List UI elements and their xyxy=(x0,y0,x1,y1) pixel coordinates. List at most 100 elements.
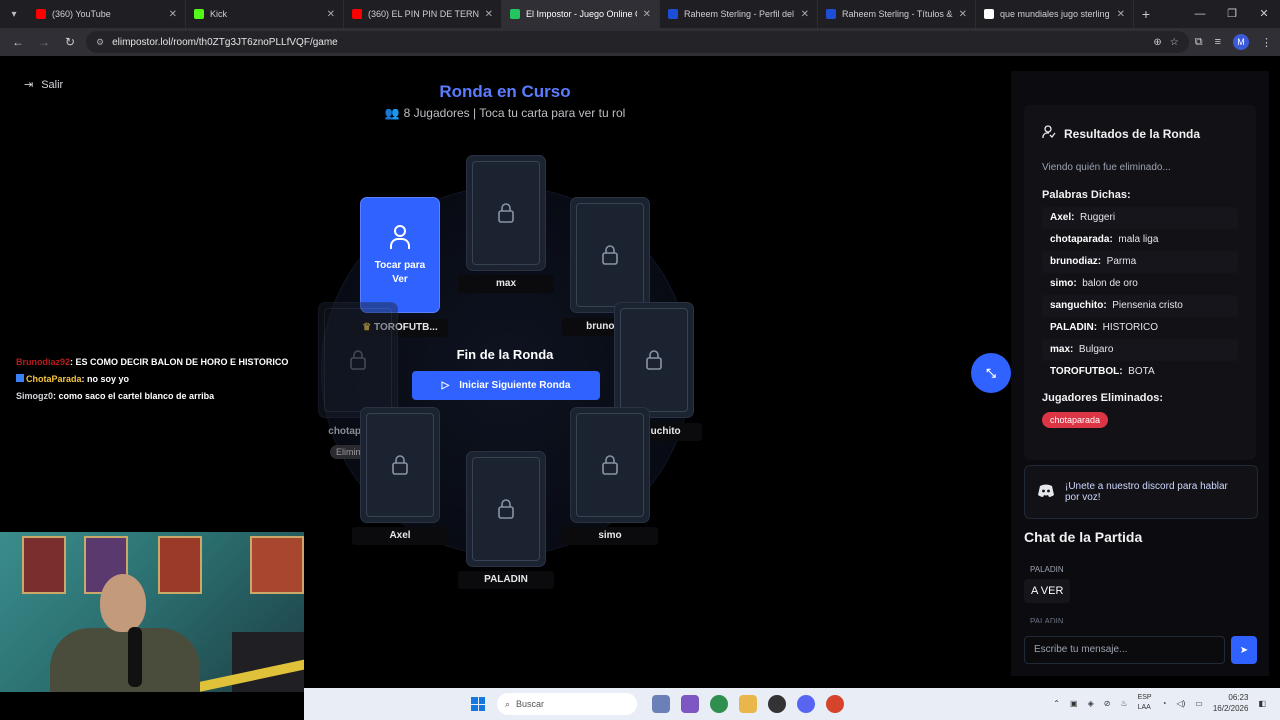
card-sanguchito[interactable] xyxy=(614,302,694,418)
tab-search-icon[interactable]: ▾ xyxy=(0,9,28,20)
url-text: elimpostor.lol/room/th0ZTg3JT6znoPLLfVQF… xyxy=(112,36,338,48)
tray-app-icon[interactable]: ♨ xyxy=(1120,699,1127,708)
close-window-icon[interactable]: ✕ xyxy=(1248,0,1280,28)
discord-banner[interactable]: ¡Unete a nuestro discord para hablar por… xyxy=(1024,465,1258,519)
my-card[interactable]: Tocar para Ver xyxy=(360,197,440,313)
chrome-icon[interactable] xyxy=(710,695,728,713)
windows-start-icon[interactable] xyxy=(471,697,485,711)
webcam-overlay xyxy=(0,532,304,692)
word-value: mala liga xyxy=(1118,234,1159,245)
tab-close-icon[interactable]: ✕ xyxy=(643,9,651,20)
tab-favicon-icon xyxy=(668,9,678,19)
browser-tab-bar: ▾ (360) YouTube ✕ Kick ✕ (360) EL PIN PIN DE… xyxy=(0,0,1280,28)
clock[interactable]: 06:23 16/2/2026 xyxy=(1213,692,1249,714)
tray-chevron-icon[interactable]: ⌃ xyxy=(1053,699,1060,708)
collapse-panel-button[interactable]: ⤡ xyxy=(971,353,1011,393)
stream-chat-user: ChotaParada xyxy=(26,374,82,384)
stream-chat-user: Brunodiaz92 xyxy=(16,357,71,367)
tab-favicon-icon xyxy=(194,9,204,19)
language-indicator[interactable]: ESP LAA xyxy=(1138,693,1152,713)
browser-tab[interactable]: que mundiales jugo sterling - B ✕ xyxy=(976,0,1134,28)
tab-label: que mundiales jugo sterling - B xyxy=(1000,9,1111,19)
discord-app-icon[interactable] xyxy=(797,695,815,713)
browser-tab[interactable]: Kick ✕ xyxy=(186,0,344,28)
chat-message-text: A VER xyxy=(1024,579,1071,603)
person-head xyxy=(100,574,146,632)
users-icon: 👥 xyxy=(384,106,400,120)
player-name-max: max xyxy=(458,275,554,293)
tab-close-icon[interactable]: ✕ xyxy=(485,9,493,20)
game-page: ⇥ Salir Ronda en Curso 👥 8 Jugadores | To… xyxy=(0,56,1280,692)
browser-tab[interactable]: El Impostor - Juego Online Gra ✕ xyxy=(502,0,660,28)
new-tab-button[interactable]: + xyxy=(1134,6,1158,22)
browser-tab[interactable]: (360) EL PIN PIN DE TERNURA ✕ xyxy=(344,0,502,28)
word-player: TOROFUTBOL: xyxy=(1050,366,1123,377)
tab-close-icon[interactable]: ✕ xyxy=(801,9,809,20)
browser-menu-icon[interactable]: ⋮ xyxy=(1261,36,1272,49)
minimize-icon[interactable]: — xyxy=(1184,0,1216,28)
word-row: brunodiaz: Parma xyxy=(1042,251,1238,273)
system-tray: ⌃ ▣ ◈ ⊘ ♨ ESP LAA ◔ ◁) ▭ 06:23 16/2/2026 ◧ xyxy=(1053,692,1266,714)
card-axel[interactable] xyxy=(360,407,440,523)
tray-app-icon[interactable]: ⊘ xyxy=(1104,699,1111,708)
back-icon[interactable]: ← xyxy=(8,35,28,49)
app-icon[interactable] xyxy=(768,695,786,713)
tab-close-icon[interactable]: ✕ xyxy=(959,9,967,20)
zoom-icon[interactable]: ⊕ xyxy=(1153,37,1161,48)
taskbar-search[interactable]: ⌕ Buscar xyxy=(497,693,637,715)
chat-message-user-partial: PALADIN xyxy=(1030,617,1064,623)
results-header-text: Resultados de la Ronda xyxy=(1064,126,1201,141)
tab-favicon-icon xyxy=(984,9,994,19)
wifi-icon[interactable]: ◔ xyxy=(1162,699,1167,708)
reload-icon[interactable]: ↻ xyxy=(60,35,80,49)
card-simo[interactable] xyxy=(570,407,650,523)
app-icon[interactable] xyxy=(681,695,699,713)
my-card-label-2: Ver xyxy=(392,273,408,285)
address-bar-row: ← → ↻ ⚙ elimpostor.lol/room/th0ZTg3JT6zn… xyxy=(0,28,1280,56)
reading-list-icon[interactable]: ≡ xyxy=(1215,36,1221,48)
profile-avatar[interactable]: M xyxy=(1233,34,1249,50)
results-card: Resultados de la Ronda Viendo quién fue … xyxy=(1024,105,1256,460)
tab-close-icon[interactable]: ✕ xyxy=(1117,9,1125,20)
volume-icon[interactable]: ◁) xyxy=(1176,699,1185,708)
site-info-icon[interactable]: ⚙ xyxy=(96,37,104,48)
maximize-icon[interactable]: ❐ xyxy=(1216,0,1248,28)
tab-favicon-icon xyxy=(510,9,520,19)
folder-icon[interactable] xyxy=(739,695,757,713)
battery-icon[interactable]: ▭ xyxy=(1195,699,1203,708)
tray-app-icon[interactable]: ▣ xyxy=(1070,699,1078,708)
os-taskbar: ⌕ Buscar ⌃ ▣ ◈ ⊘ ♨ ESP LAA ◔ ◁) ▭ 06:23 16… xyxy=(304,688,1280,720)
app-icon[interactable] xyxy=(652,695,670,713)
next-round-button[interactable]: ▷ Iniciar Siguiente Ronda xyxy=(412,371,600,400)
word-value: BOTA xyxy=(1128,366,1155,377)
bookmark-star-icon[interactable]: ☆ xyxy=(1170,37,1179,48)
wall-poster xyxy=(158,536,202,594)
word-row: TOROFUTBOL: BOTA xyxy=(1042,361,1238,383)
lock-icon xyxy=(497,203,515,223)
eliminated-player-badge: chotaparada xyxy=(1042,412,1109,428)
extensions-icon[interactable]: ⧉ xyxy=(1195,36,1203,49)
browser-tab[interactable]: (360) YouTube ✕ xyxy=(28,0,186,28)
chat-input[interactable]: Escribe tu mensaje... xyxy=(1024,636,1225,664)
discord-text: ¡Unete a nuestro discord para hablar por… xyxy=(1065,481,1228,503)
tab-close-icon[interactable]: ✕ xyxy=(327,9,335,20)
tray-app-icon[interactable]: ◈ xyxy=(1088,699,1094,708)
eliminated-title: Jugadores Eliminados: xyxy=(1042,392,1164,404)
card-brunodiaz[interactable] xyxy=(570,197,650,313)
stream-chat-msg: : no soy yo xyxy=(81,374,130,384)
words-list: Axel: Ruggeri chotaparada: mala liga bruno… xyxy=(1042,207,1238,383)
notifications-icon[interactable]: ◧ xyxy=(1258,699,1266,708)
forward-icon[interactable]: → xyxy=(34,35,54,49)
word-value: Ruggeri xyxy=(1080,212,1116,223)
browser-tab[interactable]: Raheem Sterling - Títulos & Lo ✕ xyxy=(818,0,976,28)
tab-close-icon[interactable]: ✕ xyxy=(169,9,177,20)
taskbar-search-placeholder: Buscar xyxy=(516,699,545,709)
app-icon[interactable] xyxy=(826,695,844,713)
card-paladin[interactable] xyxy=(466,451,546,567)
url-field[interactable]: ⚙ elimpostor.lol/room/th0ZTg3JT6znoPLLfV… xyxy=(86,31,1189,53)
send-button[interactable]: ➤ xyxy=(1231,636,1257,664)
word-value: Bulgaro xyxy=(1078,344,1114,355)
browser-tab[interactable]: Raheem Sterling - Perfil del jug ✕ xyxy=(660,0,818,28)
stream-chat-user: Simogz0 xyxy=(16,391,54,401)
card-max[interactable] xyxy=(466,155,546,271)
